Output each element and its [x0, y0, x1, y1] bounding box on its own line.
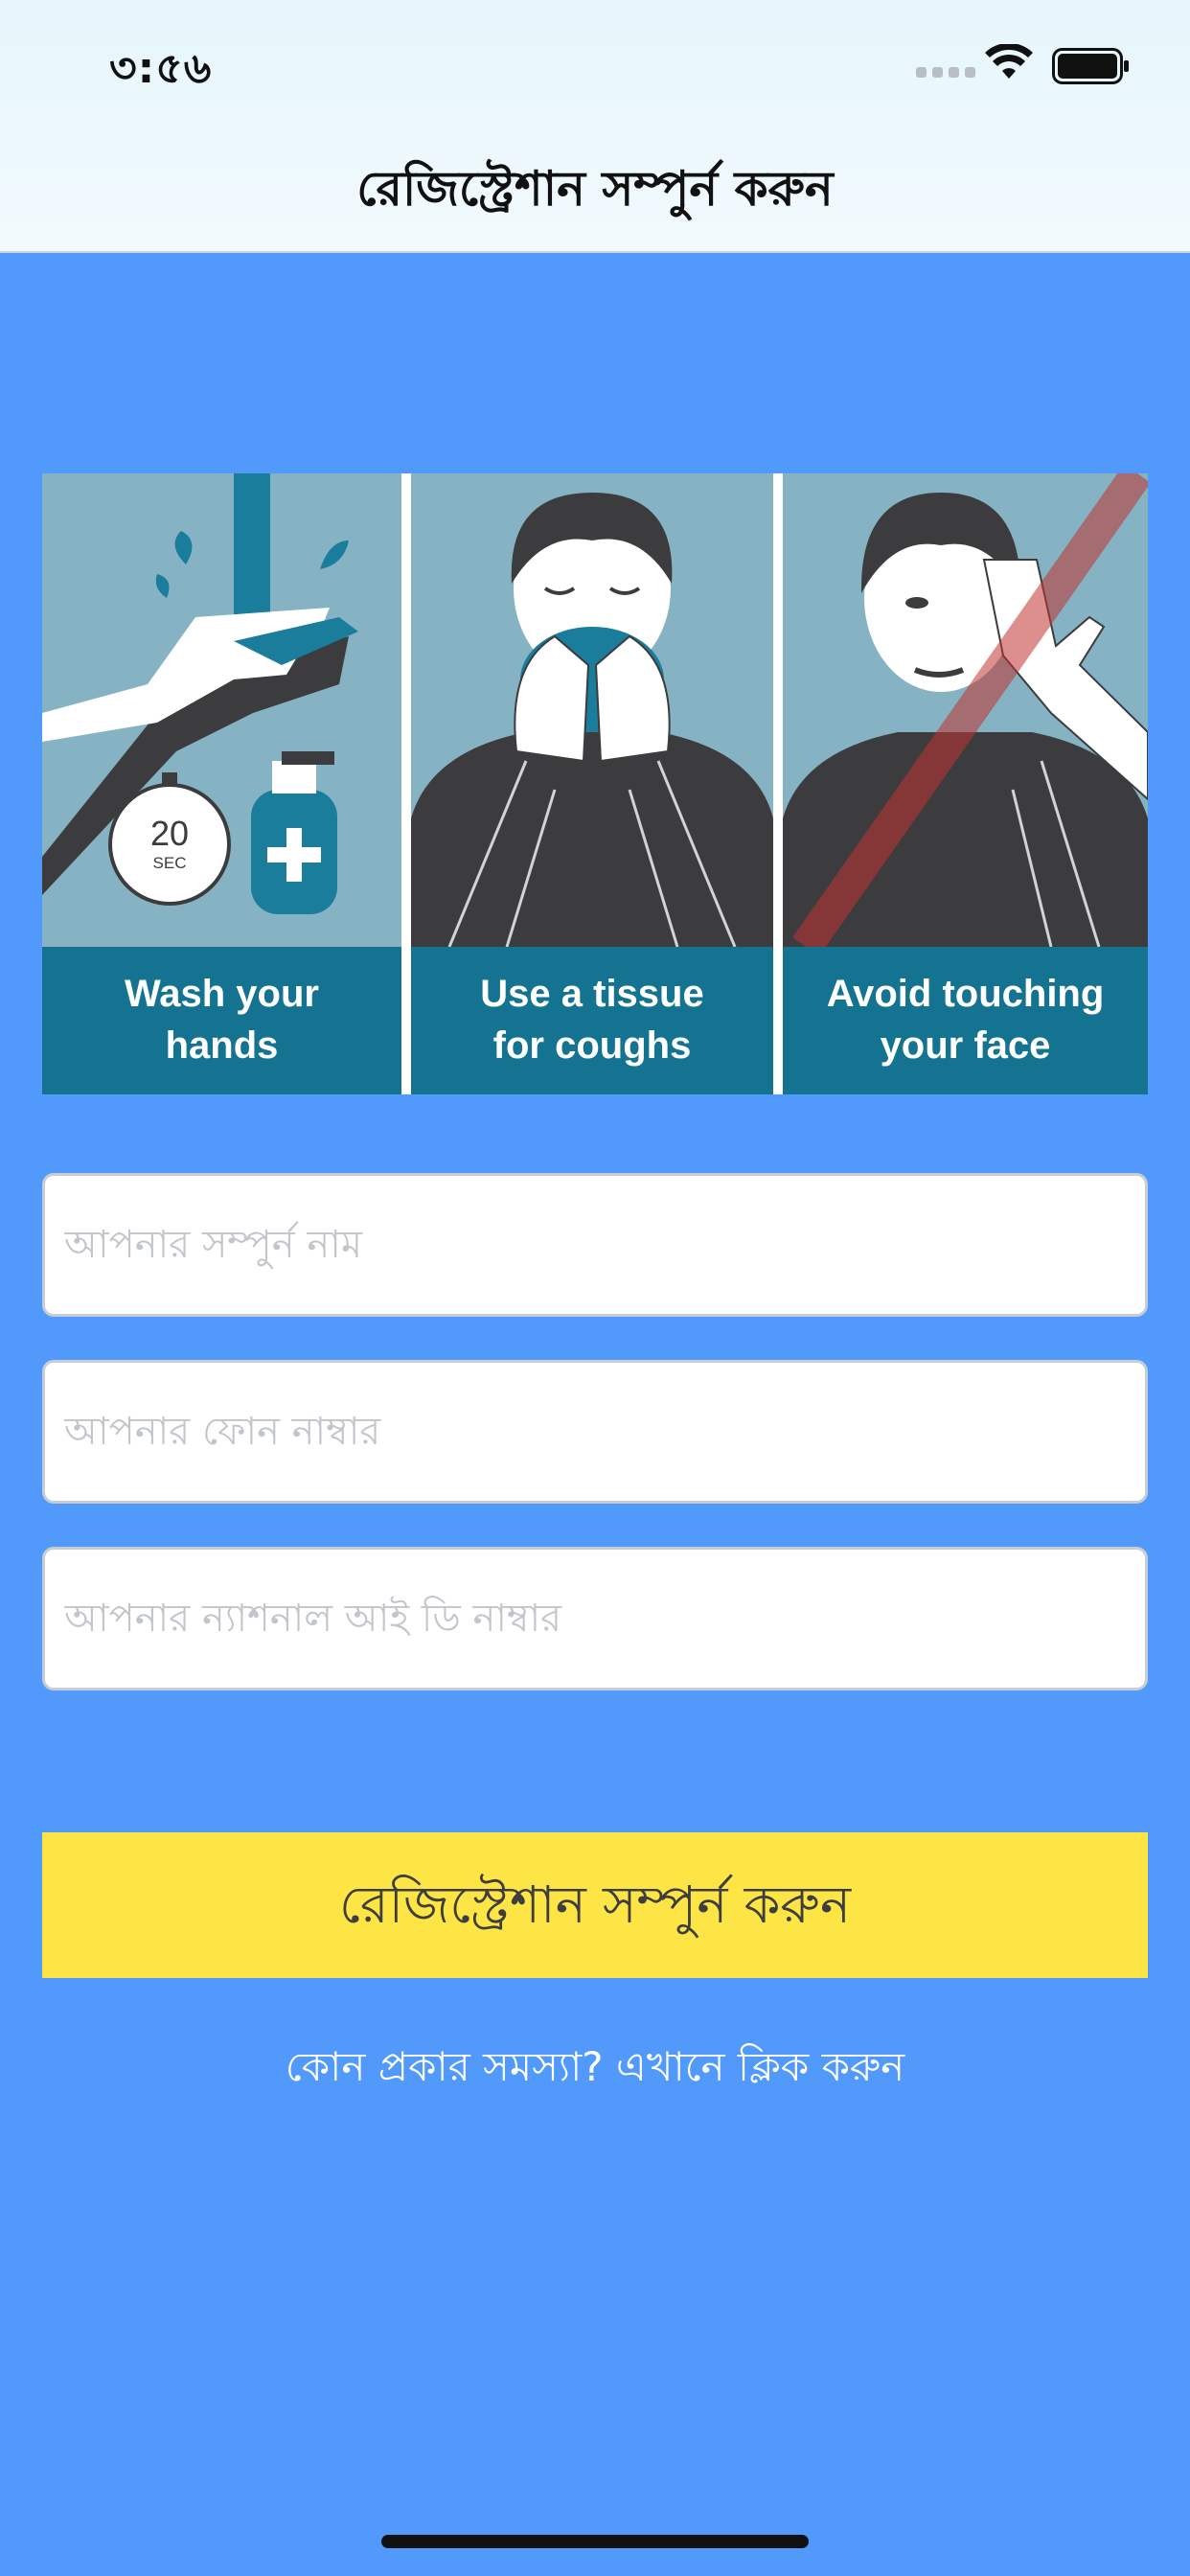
tip-caption-line-1: Use a tissue — [480, 973, 704, 1015]
wifi-icon — [985, 44, 1033, 79]
battery-icon — [1052, 48, 1129, 84]
navigation-bar: ৩:৫৬ রেজিস্ট্রেশান সম্পুর্ন করুন — [0, 0, 1190, 253]
phone-input[interactable] — [45, 1363, 1145, 1501]
tissue-cough-icon — [411, 473, 773, 947]
no-face-touch-icon — [783, 473, 1148, 947]
tip-caption-wash-hands: Wash your hands — [42, 947, 401, 1094]
phone-field[interactable] — [42, 1360, 1148, 1504]
national-id-input[interactable] — [45, 1550, 1145, 1688]
tip-caption-tissue: Use a tissue for coughs — [411, 947, 773, 1094]
timer-value: 20 — [150, 814, 189, 853]
home-indicator[interactable] — [381, 2535, 809, 2548]
tip-panel-no-touch: Avoid touching your face — [783, 473, 1148, 1094]
tip-panel-wash-hands: 20 SEC Wash your hands — [42, 473, 401, 1094]
timer-unit: SEC — [153, 854, 187, 872]
tip-caption-line-2: for coughs — [492, 1024, 692, 1067]
tip-caption-line-2: hands — [165, 1024, 279, 1067]
tip-caption-no-touch: Avoid touching your face — [783, 947, 1148, 1094]
complete-registration-button[interactable]: রেজিস্ট্রেশান সম্পুর্ন করুন — [42, 1832, 1148, 1978]
full-name-field[interactable] — [42, 1173, 1148, 1317]
cellular-signal-icon — [916, 67, 975, 78]
hand-washing-icon: 20 SEC — [42, 473, 401, 947]
full-name-input[interactable] — [45, 1176, 1145, 1314]
hygiene-tips-banner: 20 SEC Wash your hands Use a tissue for … — [42, 473, 1148, 1094]
tip-caption-line-1: Avoid touching — [826, 973, 1105, 1015]
tip-caption-line-2: your face — [880, 1024, 1051, 1067]
tip-caption-line-1: Wash your — [125, 973, 319, 1015]
tip-panel-tissue: Use a tissue for coughs — [411, 473, 773, 1094]
national-id-field[interactable] — [42, 1547, 1148, 1690]
page-title: রেজিস্ট্রেশান সম্পুর্ন করুন — [356, 161, 834, 217]
status-time: ৩:৫৬ — [109, 44, 213, 93]
help-link[interactable]: কোন প্রকার সমস্যা? এখানে ক্লিক করুন — [0, 2036, 1190, 2104]
